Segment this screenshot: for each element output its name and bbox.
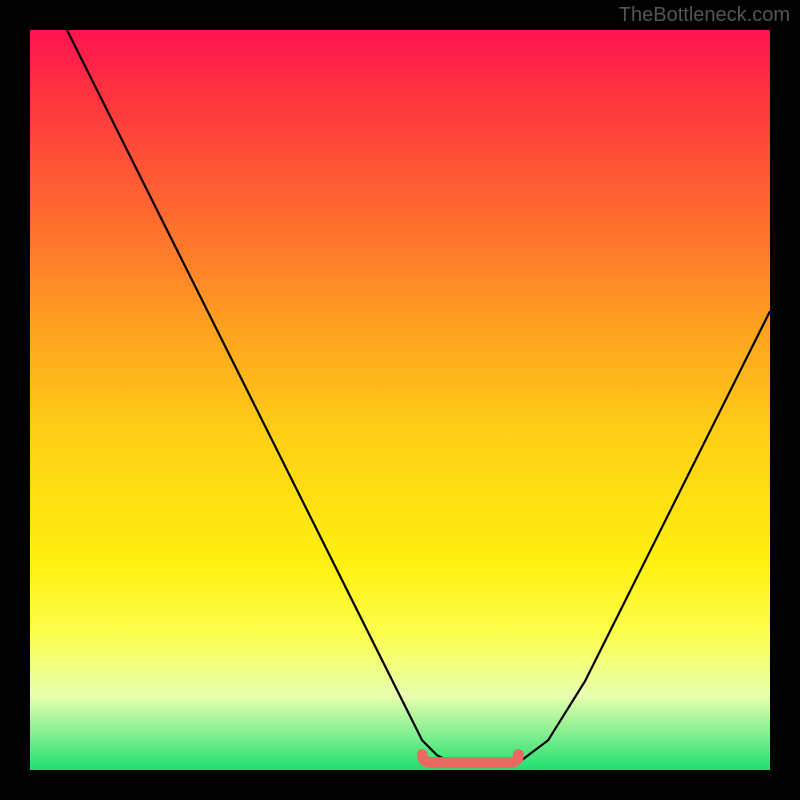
bottleneck-curve [67, 30, 770, 766]
chart-svg [30, 30, 770, 770]
watermark-text: TheBottleneck.com [619, 4, 790, 27]
chart-area [30, 30, 770, 770]
